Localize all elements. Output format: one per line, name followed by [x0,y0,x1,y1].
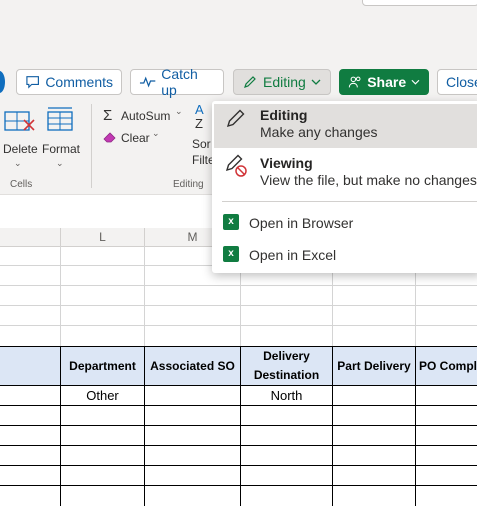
editing-desc: Make any changes [260,124,378,140]
ribbon-separator [91,104,92,188]
grid-line [0,325,477,326]
share-label: Share [367,74,407,90]
comment-icon [26,76,39,89]
cells-group-label: Cells [10,179,33,190]
chevron-down-icon [311,79,321,85]
editing-group-label: Editing [173,179,204,190]
top-partial-button[interactable] [362,0,477,6]
row-border [0,425,477,426]
close-button[interactable]: Close [437,69,477,95]
chevron-down-icon[interactable]: ⌄ [152,128,160,139]
col-border [240,406,241,506]
pencil-icon [244,76,256,88]
table-header-part-delivery[interactable]: Part Delivery [333,346,416,386]
col-border [332,406,333,506]
delete-button[interactable]: Delete [3,142,38,156]
grid-line [60,246,61,346]
grid-line [0,285,477,286]
eraser-icon [103,132,116,143]
table-cell[interactable] [145,386,241,406]
grid-line [144,246,145,346]
view-only-icon [225,154,247,177]
col-border [60,406,61,506]
delivery-line-1: Delivery [263,349,310,363]
table-header-cell[interactable] [0,346,61,386]
table-header-po-compl[interactable]: PO Compl [416,346,477,386]
left-edge-button[interactable] [0,71,5,93]
pencil-icon [226,109,245,128]
clear-button[interactable]: Clear [121,131,150,145]
col-border [415,406,416,506]
editing-mode-button[interactable]: Editing [233,69,331,95]
chevron-down-icon[interactable]: ⌄ [175,106,183,117]
table-cell[interactable] [416,386,477,406]
viewing-desc: View the file, but make no changes [260,172,477,188]
column-header-K[interactable] [0,228,61,246]
grid-line [0,305,477,306]
table-cell-delivery[interactable]: North [241,386,333,406]
editing-title: Editing [260,107,308,123]
row-border [0,465,477,466]
share-button[interactable]: Share [339,69,429,95]
open-in-excel-label: Open in Excel [249,247,337,263]
row-border [0,485,477,486]
chevron-down-icon[interactable]: ⌄ [14,158,22,169]
sort-filter-button-top[interactable]: Sor [192,137,211,151]
editing-label: Editing [263,74,306,90]
chevron-down-icon [411,79,420,85]
sort-az-icon: AZ [195,102,204,131]
col-border [144,406,145,506]
viewing-title: Viewing [260,155,313,171]
catch-up-button[interactable]: Catch up [130,66,224,98]
delete-cells-icon [4,111,35,131]
people-icon [348,76,361,88]
title-area [0,0,477,60]
chevron-down-icon[interactable]: ⌄ [56,158,64,169]
delivery-line-2: Destination [253,368,320,382]
sigma-icon: Σ [103,107,113,124]
autosum-button[interactable]: AutoSum [121,109,170,123]
excel-icon: x [223,214,239,230]
table-cell[interactable] [333,386,416,406]
comments-button[interactable]: Comments [16,69,122,95]
menu-divider [222,201,477,202]
row-border [0,445,477,446]
excel-icon: x [223,246,239,262]
table-header-delivery-destination[interactable]: Delivery Destination [241,346,333,386]
comments-label: Comments [45,74,113,90]
table-header-department[interactable]: Department [61,346,145,386]
table-cell[interactable] [0,386,61,406]
column-header-L[interactable]: L [61,228,145,246]
format-cells-icon [47,107,73,131]
table-cell-department[interactable]: Other [61,386,145,406]
catch-up-label: Catch up [161,66,198,98]
table-body-empty[interactable] [0,406,477,506]
format-button[interactable]: Format [42,142,80,156]
table-header-associated-so[interactable]: Associated SO [145,346,241,386]
close-label: Close [446,74,477,90]
activity-icon [139,76,156,88]
open-in-browser-label: Open in Browser [249,215,354,231]
